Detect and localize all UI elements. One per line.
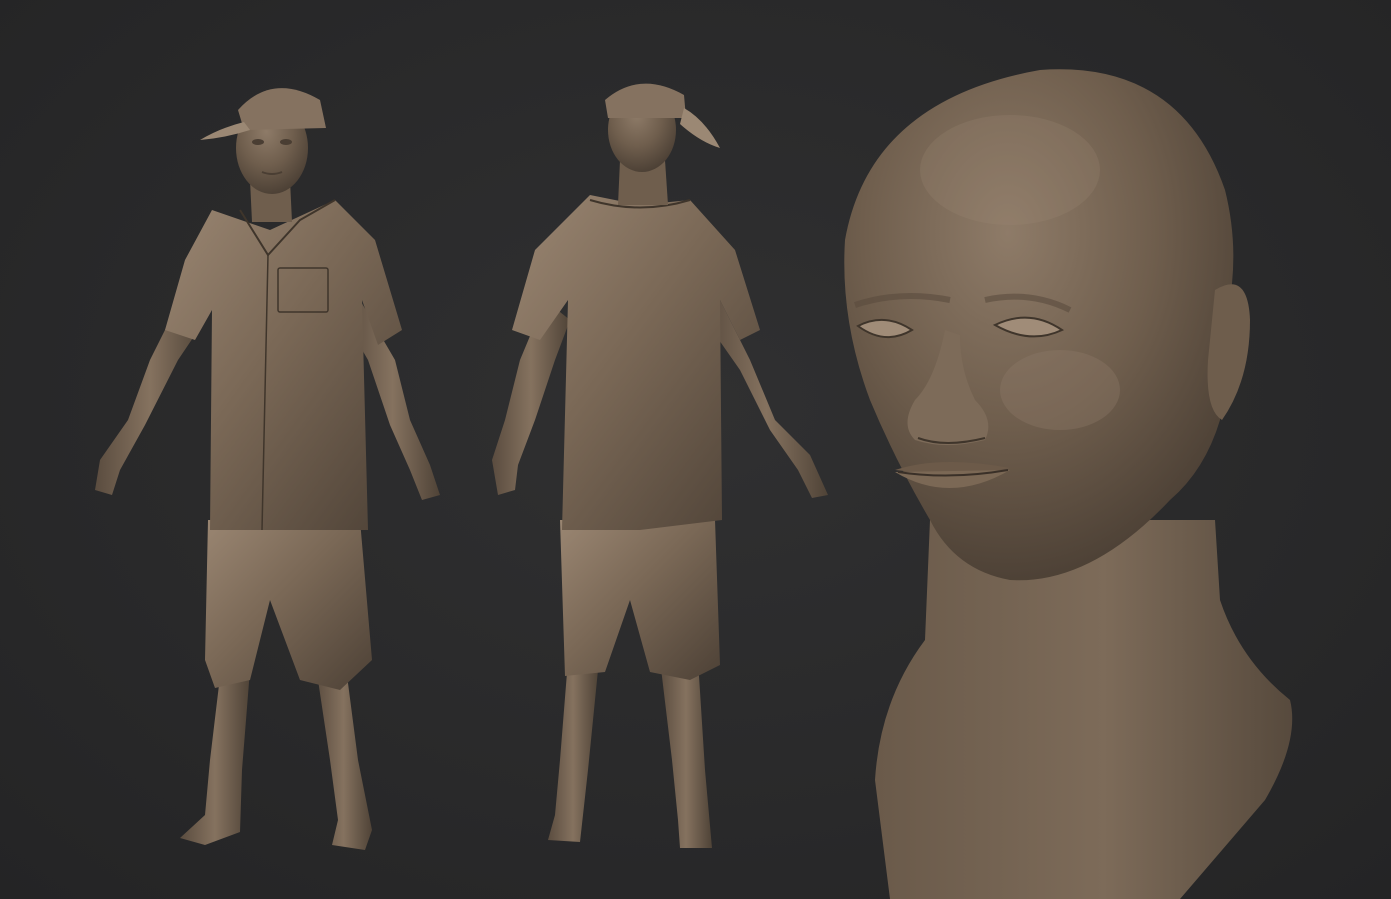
head-closeup (844, 69, 1293, 899)
sculpt-render (95, 69, 1293, 899)
back-figure (492, 83, 828, 848)
render-viewport (0, 0, 1391, 899)
front-figure (95, 88, 440, 850)
